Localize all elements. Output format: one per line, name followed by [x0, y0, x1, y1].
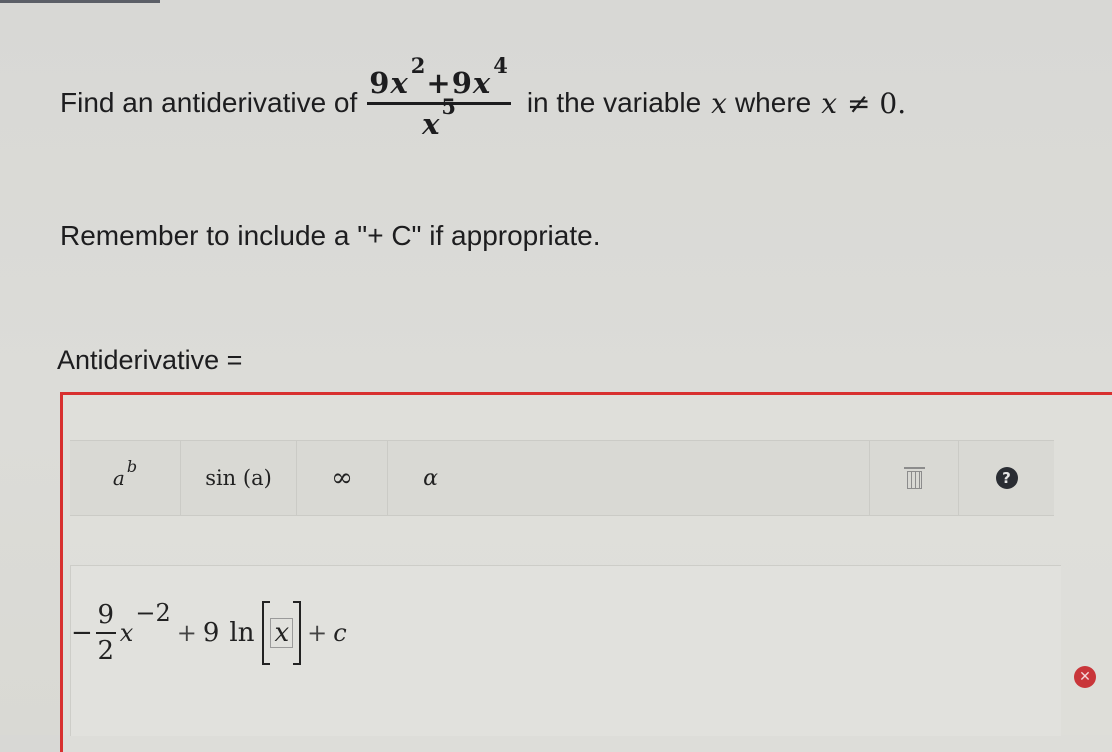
power-exponent: b	[126, 456, 138, 476]
trash-icon	[903, 467, 925, 489]
alpha-button[interactable]: α	[388, 441, 473, 515]
question-prompt: Find an antiderivative of 9 x 2 + 9 x 4 …	[60, 48, 906, 158]
integrand-fraction: 9 x 2 + 9 x 4 x 5	[367, 53, 511, 141]
expr-ln: ln	[229, 618, 255, 648]
question-variable: x	[711, 86, 727, 120]
expr-constant: c	[333, 619, 347, 647]
reminder-text: Remember to include a "+ C" if appropria…	[60, 220, 601, 251]
answer-input[interactable]: − 9 2 x −2 + 9 ln x + c	[70, 565, 1061, 736]
expr-var: x	[119, 619, 134, 647]
question-condition: ≠ 0.	[847, 86, 907, 120]
error-x-icon: ✕	[1074, 666, 1096, 688]
power-base: a	[112, 466, 125, 490]
expr-abs-var[interactable]: x	[270, 618, 294, 648]
expr-plus-2: +	[307, 619, 328, 647]
expr-bracket-right	[293, 601, 302, 665]
expr-bracket-left	[262, 601, 271, 665]
numerator-exp-1: 2	[410, 52, 427, 78]
expr-coef: 9	[202, 618, 220, 648]
power-button[interactable]: a b	[70, 441, 181, 515]
expr-plus-1: +	[176, 619, 197, 647]
clear-button[interactable]	[870, 441, 959, 515]
question-where: where	[734, 87, 812, 118]
fraction-denominator: x 5	[422, 94, 456, 141]
answer-label: Antiderivative =	[57, 345, 243, 375]
help-button[interactable]: ?	[959, 441, 1054, 515]
expr-fraction: 9 2	[95, 600, 116, 666]
numerator-var-1: x	[390, 65, 409, 100]
infinity-button[interactable]: ∞	[297, 441, 388, 515]
fraction-numerator: 9 x 2 + 9 x 4	[367, 53, 511, 102]
numerator-var-2: x	[472, 65, 492, 100]
expr-frac-num: 9	[97, 600, 115, 630]
top-accent-bar	[0, 0, 160, 3]
answer-expression[interactable]: − 9 2 x −2 + 9 ln x + c	[71, 578, 347, 688]
math-toolbar: a b sin (a) ∞ α ?	[70, 440, 1054, 516]
sin-button[interactable]: sin (a)	[181, 441, 297, 515]
numerator-coef-1: 9	[369, 65, 391, 100]
denominator-exp: 5	[441, 93, 456, 119]
denominator-var: x	[422, 106, 440, 141]
question-prefix: Find an antiderivative of	[60, 87, 358, 118]
help-icon: ?	[995, 467, 1018, 489]
question-middle: in the variable	[526, 87, 702, 118]
expr-sign: −	[71, 618, 93, 648]
toolbar-spacer	[473, 441, 870, 515]
expr-frac-den: 2	[97, 636, 115, 666]
expr-exponent: −2	[135, 599, 171, 627]
expr-frac-bar	[95, 632, 116, 634]
numerator-exp-2: 4	[493, 52, 509, 78]
expr-abs: x	[262, 599, 302, 667]
condition-variable: x	[821, 86, 838, 120]
